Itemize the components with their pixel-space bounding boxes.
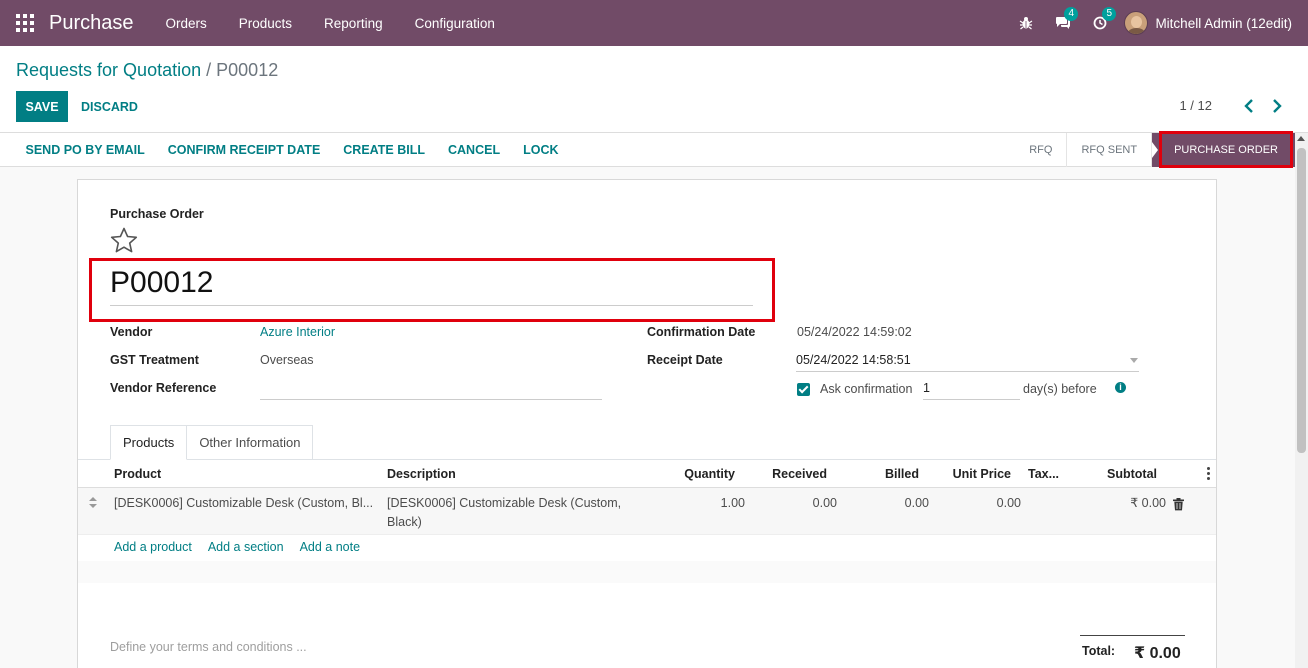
row-quantity[interactable]: 1.00 bbox=[658, 494, 745, 513]
breadcrumb-rfq-link[interactable]: Requests for Quotation bbox=[16, 60, 201, 80]
avatar bbox=[1124, 11, 1149, 35]
add-section-link[interactable]: Add a section bbox=[208, 540, 284, 554]
column-billed[interactable]: Billed bbox=[838, 467, 919, 481]
form-sheet: Purchase Order P00012 Vendor Azure Inter… bbox=[77, 179, 1217, 668]
order-lines-header: Product Description Quantity Received Bi… bbox=[78, 460, 1216, 488]
lock-button[interactable]: LOCK bbox=[512, 143, 570, 157]
ask-confirmation-checkbox[interactable] bbox=[797, 383, 810, 396]
header-buttons: SEND PO BY EMAIL CONFIRM RECEIPT DATE CR… bbox=[14, 133, 570, 167]
app-brand[interactable]: Purchase bbox=[49, 12, 134, 35]
total-divider bbox=[1080, 635, 1185, 636]
title-label: Purchase Order bbox=[110, 207, 204, 221]
column-description[interactable]: Description bbox=[387, 467, 456, 481]
row-subtotal: ₹ 0.00 bbox=[1130, 496, 1166, 510]
vendor-link[interactable]: Azure Interior bbox=[260, 325, 335, 339]
save-button[interactable]: SAVE bbox=[16, 91, 68, 122]
column-options-icon[interactable] bbox=[1207, 467, 1211, 481]
systray: 4 5 Mitchell Admin (12edit) bbox=[1008, 0, 1308, 46]
tab-products[interactable]: Products bbox=[110, 425, 188, 460]
menu-orders[interactable]: Orders bbox=[150, 16, 223, 31]
pager-value[interactable]: 1 / 12 bbox=[1179, 98, 1212, 113]
stage-pipeline: RFQ RFQ SENT PURCHASE ORDER bbox=[1015, 133, 1295, 167]
row-description-line2: Black) bbox=[387, 515, 422, 529]
scroll-up-arrow-icon[interactable] bbox=[1297, 136, 1305, 141]
info-icon[interactable]: i bbox=[1115, 382, 1126, 393]
stage-rfq[interactable]: RFQ bbox=[1015, 133, 1066, 167]
main-menu: Orders Products Reporting Configuration bbox=[150, 16, 511, 31]
caret-down-icon[interactable] bbox=[1130, 358, 1138, 363]
menu-reporting[interactable]: Reporting bbox=[308, 16, 399, 31]
menu-products[interactable]: Products bbox=[223, 16, 308, 31]
gst-treatment-label: GST Treatment bbox=[110, 353, 199, 367]
days-before-label: day(s) before bbox=[1023, 382, 1097, 396]
create-bill-button[interactable]: CREATE BILL bbox=[332, 143, 437, 157]
add-product-link[interactable]: Add a product bbox=[114, 540, 192, 554]
gst-treatment-value: Overseas bbox=[260, 353, 314, 367]
chevron-left-icon[interactable] bbox=[1242, 98, 1256, 114]
row-billed[interactable]: 0.00 bbox=[848, 494, 929, 513]
column-quantity[interactable]: Quantity bbox=[638, 467, 735, 481]
vendor-reference-input[interactable] bbox=[260, 380, 602, 400]
row-product[interactable]: [DESK0006] Customizable Desk (Custom, Bl… bbox=[114, 494, 373, 513]
ask-confirmation-days-input[interactable]: 1 bbox=[923, 377, 1020, 400]
send-po-by-email-button[interactable]: SEND PO BY EMAIL bbox=[14, 143, 156, 157]
scrollbar-thumb[interactable] bbox=[1297, 148, 1306, 453]
row-received[interactable]: 0.00 bbox=[748, 494, 837, 513]
breadcrumb: Requests for Quotation / P00012 bbox=[16, 60, 278, 81]
top-navbar: Purchase Orders Products Reporting Confi… bbox=[0, 0, 1308, 46]
confirm-receipt-date-button[interactable]: CONFIRM RECEIPT DATE bbox=[156, 143, 332, 157]
receipt-date-input[interactable]: 05/24/2022 14:58:51 bbox=[796, 350, 1139, 372]
stage-purchase-order[interactable]: PURCHASE ORDER bbox=[1151, 133, 1295, 167]
receipt-date-label: Receipt Date bbox=[647, 353, 723, 367]
notebook-tabs: Products Other Information bbox=[110, 425, 314, 460]
stage-rfq-sent[interactable]: RFQ SENT bbox=[1066, 133, 1151, 167]
row-unit-price[interactable]: 0.00 bbox=[938, 494, 1021, 513]
row-description-line1: [DESK0006] Customizable Desk (Custom, bbox=[387, 496, 622, 510]
column-unit-price[interactable]: Unit Price bbox=[928, 467, 1011, 481]
user-menu[interactable]: Mitchell Admin (12edit) bbox=[1124, 11, 1292, 35]
apps-menu-icon[interactable] bbox=[16, 14, 34, 32]
column-taxes[interactable]: Tax... bbox=[1028, 467, 1059, 481]
confirmation-date-value: 05/24/2022 14:59:02 bbox=[797, 325, 912, 339]
order-name-field[interactable]: P00012 bbox=[110, 266, 753, 306]
empty-row bbox=[78, 561, 1216, 583]
ask-confirmation-label: Ask confirmation bbox=[820, 382, 913, 396]
table-row[interactable]: [DESK0006] Customizable Desk (Custom, Bl… bbox=[78, 488, 1216, 535]
row-description[interactable]: [DESK0006] Customizable Desk (Custom, Bl… bbox=[387, 494, 621, 532]
activities-badge: 5 bbox=[1102, 7, 1116, 21]
bug-icon[interactable] bbox=[1019, 16, 1033, 30]
total-value: ₹ 0.00 bbox=[1134, 645, 1181, 662]
column-subtotal[interactable]: Subtotal bbox=[1078, 467, 1157, 481]
breadcrumb-current: P00012 bbox=[216, 60, 279, 80]
star-icon[interactable] bbox=[109, 226, 139, 256]
vendor-label: Vendor bbox=[110, 325, 153, 339]
column-product[interactable]: Product bbox=[114, 467, 161, 481]
user-name: Mitchell Admin (12edit) bbox=[1155, 15, 1292, 31]
terms-and-conditions-input[interactable]: Define your terms and conditions ... bbox=[110, 640, 307, 654]
column-received[interactable]: Received bbox=[738, 467, 827, 481]
activities-icon[interactable]: 5 bbox=[1093, 7, 1116, 30]
cancel-button[interactable]: CANCEL bbox=[437, 143, 512, 157]
messages-icon[interactable]: 4 bbox=[1055, 7, 1078, 30]
chevron-right-icon[interactable] bbox=[1270, 98, 1284, 114]
breadcrumb-separator: / bbox=[206, 60, 212, 80]
tab-other-information[interactable]: Other Information bbox=[187, 425, 314, 460]
confirmation-date-label: Confirmation Date bbox=[647, 325, 756, 339]
total-label: Total: bbox=[1082, 644, 1116, 658]
add-line-links: Add a product Add a section Add a note bbox=[114, 540, 376, 554]
status-bar: SEND PO BY EMAIL CONFIRM RECEIPT DATE CR… bbox=[0, 133, 1295, 167]
discard-button[interactable]: DISCARD bbox=[81, 91, 138, 122]
messages-badge: 4 bbox=[1064, 7, 1078, 21]
vendor-reference-label: Vendor Reference bbox=[110, 381, 217, 395]
menu-configuration[interactable]: Configuration bbox=[399, 16, 511, 31]
trash-icon[interactable] bbox=[1173, 498, 1184, 511]
add-note-link[interactable]: Add a note bbox=[300, 540, 360, 554]
control-panel: Requests for Quotation / P00012 SAVE DIS… bbox=[0, 46, 1308, 133]
drag-handle-icon[interactable] bbox=[89, 497, 97, 509]
